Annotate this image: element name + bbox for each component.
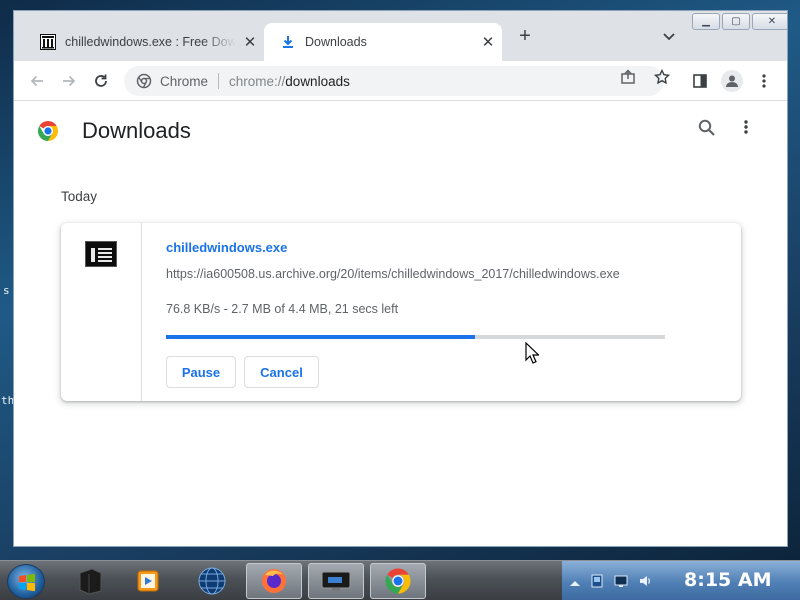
globe-taskbar-button[interactable] xyxy=(184,563,240,599)
media-player-icon xyxy=(137,570,159,592)
chrome-page-icon xyxy=(136,73,152,89)
tab-strip: chilledwindows.exe : Free Download ✕ Dow… xyxy=(14,11,787,61)
cancel-button[interactable]: Cancel xyxy=(244,356,319,388)
download-progress-bar xyxy=(166,335,665,339)
page-title: Downloads xyxy=(82,118,191,143)
minimize-button[interactable]: ▁ xyxy=(692,13,720,30)
tab-title: chilledwindows.exe : Free Download xyxy=(65,35,236,49)
close-icon[interactable]: ✕ xyxy=(236,33,264,51)
url-scheme: chrome:// xyxy=(229,73,286,89)
more-actions-icon[interactable] xyxy=(744,119,748,140)
firefox-taskbar-button[interactable] xyxy=(246,563,302,599)
download-status-text: 76.8 KB/s - 2.7 MB of 4.4 MB, 21 secs le… xyxy=(166,302,399,316)
media-player-taskbar-button[interactable] xyxy=(120,563,176,599)
system-tray: 8:15 AM xyxy=(562,561,800,600)
date-group-label: Today xyxy=(61,189,98,204)
browser-toolbar: Chrome chrome://downloads xyxy=(14,61,787,101)
pause-button[interactable]: Pause xyxy=(166,356,236,388)
forward-button[interactable] xyxy=(56,68,82,94)
reload-icon xyxy=(95,74,107,87)
start-button[interactable] xyxy=(7,564,45,599)
kebab-menu-icon[interactable] xyxy=(754,71,774,91)
close-window-button[interactable]: ✕ xyxy=(752,13,787,30)
chevron-down-icon[interactable] xyxy=(662,29,682,45)
tab-title: Downloads xyxy=(305,35,367,49)
arrow-right-icon xyxy=(63,75,76,87)
new-tab-button[interactable]: + xyxy=(514,25,536,47)
side-panel-icon[interactable] xyxy=(690,71,710,91)
bookmark-star-icon[interactable] xyxy=(652,67,672,87)
firefox-icon xyxy=(262,569,286,593)
maximize-button[interactable]: ▢ xyxy=(722,13,750,30)
download-item-card: chilledwindows.exe https://ia600508.us.a… xyxy=(61,223,741,401)
download-progress-fill xyxy=(166,335,476,339)
download-file-name-link[interactable]: chilledwindows.exe xyxy=(166,240,287,255)
file-cabinet-taskbar-button[interactable] xyxy=(62,563,118,599)
arrow-left-icon xyxy=(30,75,43,87)
archive-icon xyxy=(40,34,56,50)
executable-file-icon xyxy=(85,241,117,267)
tab-chilledwindows-archive[interactable]: chilledwindows.exe : Free Download ✕ xyxy=(24,23,264,61)
mouse-cursor-icon xyxy=(525,342,539,364)
reload-button[interactable] xyxy=(88,68,114,94)
globe-icon xyxy=(198,567,226,595)
profile-avatar-icon[interactable] xyxy=(721,70,743,92)
volume-icon[interactable] xyxy=(638,574,652,588)
download-source-url: https://ia600508.us.archive.org/20/items… xyxy=(166,267,620,281)
site-chip: Chrome xyxy=(160,73,209,89)
windows-logo-icon xyxy=(19,573,35,592)
window-controls: ▁ ▢ ✕ xyxy=(692,13,787,30)
file-icon-column xyxy=(61,223,142,401)
close-icon[interactable]: ✕ xyxy=(474,33,502,51)
omnibox-divider xyxy=(218,73,220,89)
page-header: Downloads xyxy=(14,102,787,158)
tab-downloads[interactable]: Downloads ✕ xyxy=(264,23,502,61)
remote-desktop-taskbar-button[interactable] xyxy=(308,563,364,599)
search-icon[interactable] xyxy=(698,119,716,142)
taskbar-clock[interactable]: 8:15 AM xyxy=(684,569,772,591)
remote-desktop-icon xyxy=(321,571,351,591)
show-hidden-icons-icon[interactable] xyxy=(568,576,582,590)
action-center-flag-icon[interactable] xyxy=(590,574,604,588)
share-icon[interactable] xyxy=(618,67,638,87)
chrome-logo-icon xyxy=(38,121,58,141)
desktop-text-fragment: s xyxy=(3,284,10,297)
taskbar: 8:15 AM xyxy=(0,560,800,600)
network-monitor-icon[interactable] xyxy=(614,574,628,588)
file-cabinet-icon xyxy=(79,568,102,595)
back-button[interactable] xyxy=(24,68,50,94)
url-host: downloads xyxy=(285,73,350,89)
browser-window: chilledwindows.exe : Free Download ✕ Dow… xyxy=(13,10,788,547)
address-bar[interactable]: Chrome chrome://downloads xyxy=(124,66,664,96)
chrome-icon xyxy=(385,568,411,594)
download-icon xyxy=(280,34,296,50)
downloads-page: Downloads Today chilledwindows.exe https… xyxy=(14,102,787,546)
chrome-taskbar-button[interactable] xyxy=(370,563,426,599)
omnibox-actions xyxy=(618,67,672,87)
